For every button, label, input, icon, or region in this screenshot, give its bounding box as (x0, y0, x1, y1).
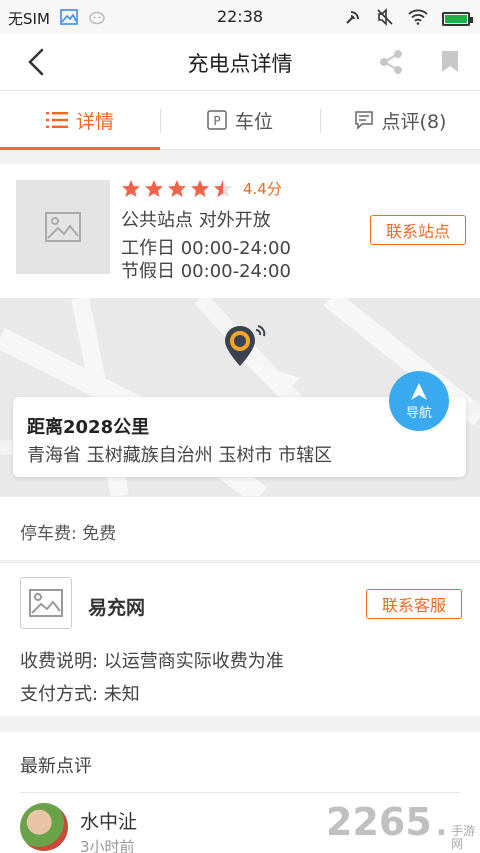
hotspot-icon (344, 8, 362, 30)
tab-parking[interactable]: P 车位 (160, 91, 320, 149)
location-pin-icon (222, 322, 270, 374)
bookmark-button[interactable] (440, 50, 460, 78)
navigate-button[interactable]: 导航 (389, 371, 449, 431)
bookmark-icon (442, 51, 458, 72)
avatar[interactable] (20, 803, 68, 851)
tab-details[interactable]: 详情 (0, 91, 160, 150)
holiday-hours: 节假日 00:00-24:00 (121, 261, 291, 282)
rating-score: 4.4分 (243, 180, 282, 198)
star-rating: 4.4分 (121, 178, 282, 199)
tab-details-label: 详情 (75, 110, 114, 133)
tab-reviews-label: 点评(8) (381, 110, 447, 133)
stars-icon (122, 179, 232, 197)
tab-parking-label: 车位 (234, 110, 273, 133)
comment-icon (354, 111, 373, 130)
station-photo-placeholder (16, 180, 110, 274)
image-placeholder-icon (45, 212, 81, 242)
operator-name: 易充网 (88, 597, 146, 619)
station-card: 4.4分 公共站点 对外开放 工作日 00:00-24:00 节假日 00:00… (0, 164, 480, 298)
contact-support-button[interactable]: 联系客服 (366, 589, 462, 619)
mute-icon (376, 8, 394, 30)
page-title: 充电点详情 (187, 52, 293, 76)
list-icon (45, 112, 68, 128)
station-type: 公共站点 对外开放 (121, 210, 271, 231)
reviews-heading: 最新点评 (20, 756, 92, 777)
share-icon (380, 50, 402, 74)
operator-logo-placeholder (20, 577, 72, 629)
watermark-logo: 2265 . 手游网 com (326, 800, 480, 853)
watermark-number: 2265 (326, 800, 432, 844)
distance-text: 距离2028公里 (27, 417, 150, 438)
wifi-icon (408, 9, 428, 29)
app-header: 充电点详情 (0, 34, 480, 90)
navigate-label: 导航 (405, 405, 432, 421)
payment-method: 支付方式: 未知 (20, 684, 140, 705)
watermark-suffix-top: 手游网 (451, 824, 476, 851)
map-view[interactable]: 距离2028公里 青海省 玉树藏族自治州 玉树市 市辖区 导航 (0, 298, 480, 496)
review-username[interactable]: 水中沚 (80, 807, 137, 834)
battery-icon (442, 12, 473, 26)
image-placeholder-icon (29, 589, 63, 617)
parking-fee-text: 停车费: 免费 (20, 524, 117, 544)
share-button[interactable] (378, 48, 406, 80)
parking-fee-section: 停车费: 免费 (0, 496, 480, 560)
contact-station-button[interactable]: 联系站点 (370, 215, 466, 245)
tab-bar: 详情 P 车位 点评(8) (0, 90, 480, 150)
status-bar: 无SIM 22:38 (0, 0, 480, 34)
operator-section: 易充网 联系客服 收费说明: 以运营商实际收费为准 支付方式: 未知 (0, 562, 480, 716)
fee-note: 收费说明: 以运营商实际收费为准 (20, 651, 284, 672)
watermark-dot: . (435, 808, 448, 843)
divider (20, 792, 460, 793)
navigation-arrow-icon (411, 382, 427, 400)
review-time: 3小时前 (80, 838, 135, 853)
svg-text:P: P (213, 114, 220, 128)
address-text: 青海省 玉树藏族自治州 玉树市 市辖区 (27, 445, 333, 466)
parking-icon: P (207, 110, 227, 130)
tab-reviews[interactable]: 点评(8) (320, 91, 480, 149)
